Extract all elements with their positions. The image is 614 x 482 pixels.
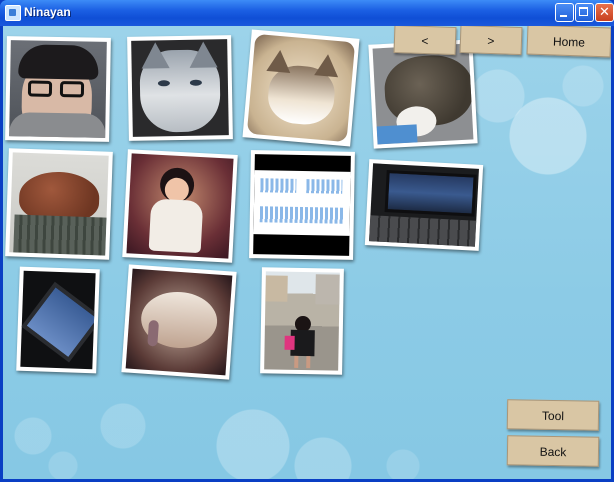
tablet-photo <box>369 163 479 247</box>
app-icon <box>5 5 21 21</box>
chart-screenshot-photo <box>253 154 351 256</box>
tool-button[interactable]: Tool <box>506 399 600 431</box>
close-button[interactable]: ✕ <box>595 3 614 22</box>
app-window: Ninayan ✕ < > Home Tool Back <box>0 0 614 482</box>
photo-thumbnail[interactable] <box>242 29 360 147</box>
home-button[interactable]: Home <box>526 26 611 58</box>
photo-thumbnail[interactable] <box>368 39 478 149</box>
minimize-icon <box>560 15 567 17</box>
previous-button[interactable]: < <box>393 26 457 56</box>
photo-thumbnail[interactable] <box>122 149 238 263</box>
back-button[interactable]: Back <box>506 435 600 467</box>
cat-photo <box>246 33 356 143</box>
photo-thumbnail[interactable] <box>121 264 237 380</box>
sleeping-cat-photo <box>125 268 233 376</box>
minimize-button[interactable] <box>555 3 574 22</box>
child-photo <box>126 153 234 259</box>
next-button[interactable]: > <box>459 26 523 56</box>
cat-photo <box>131 39 229 137</box>
photo-thumbnail[interactable] <box>16 266 100 374</box>
photo-thumbnail[interactable] <box>260 267 344 375</box>
window-title: Ninayan <box>24 5 71 19</box>
close-icon: ✕ <box>599 5 610 20</box>
photo-thumbnail[interactable] <box>5 36 111 142</box>
photo-thumbnail[interactable] <box>249 150 355 260</box>
street-portrait-photo <box>264 271 340 371</box>
photo-board: < > Home Tool Back <box>3 26 611 479</box>
sleeping-cat-photo <box>372 43 474 145</box>
photo-thumbnail[interactable] <box>5 148 113 260</box>
title-bar[interactable]: Ninayan ✕ <box>0 0 614 26</box>
selfie-photo <box>9 40 107 138</box>
tablet-photo <box>20 270 96 370</box>
maximize-button[interactable] <box>575 3 594 22</box>
photo-thumbnail[interactable] <box>127 35 233 141</box>
maximize-icon <box>579 7 588 16</box>
cupcake-photo <box>9 152 109 256</box>
photo-thumbnail[interactable] <box>364 159 484 251</box>
